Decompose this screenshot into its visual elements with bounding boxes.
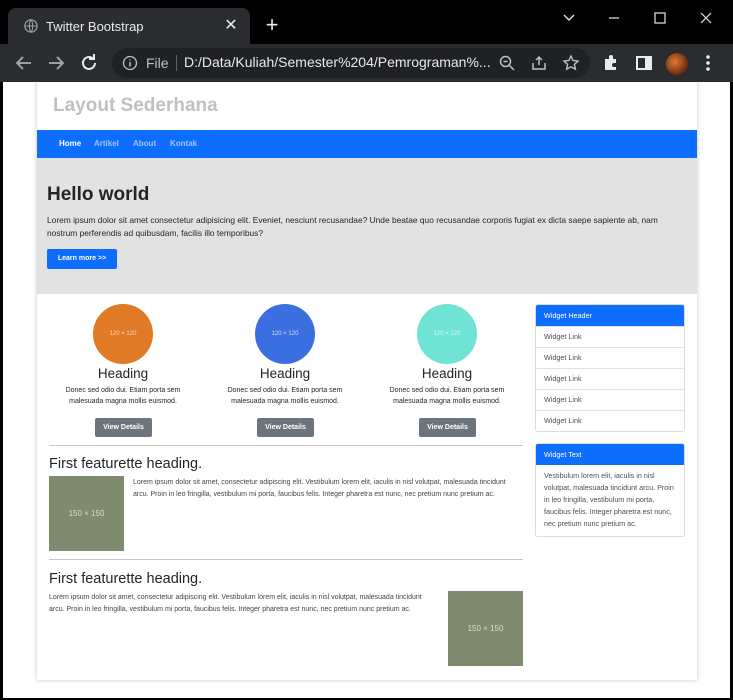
address-bar[interactable]: File D:/Data/Kuliah/Semester%204/Pemrogr… <box>112 48 590 78</box>
jumbotron-title: Hello world <box>47 184 150 205</box>
site-title: Layout Sederhana <box>53 95 218 116</box>
close-window-icon[interactable] <box>692 6 720 30</box>
card-text: Donec sed odio dui. Etiam porta sem male… <box>389 387 505 405</box>
card-text: Donec sed odio dui. Etiam porta sem male… <box>65 387 181 405</box>
featurette-heading: First featurette heading. <box>49 456 203 472</box>
browser-tab-bar: Twitter Bootstrap ✕ + <box>0 0 733 44</box>
divider <box>49 559 523 560</box>
extensions-icon[interactable] <box>601 53 621 73</box>
feature-card: 120 × 120 Heading Donec sed odio dui. Et… <box>48 304 198 444</box>
nav-link-home[interactable]: Home <box>59 139 81 148</box>
featurette-heading: First featurette heading. <box>49 571 203 587</box>
featurette-text: Lorem ipsum dolor sit amet, consectetur … <box>49 594 422 613</box>
divider <box>49 445 523 446</box>
nav-link-kontak[interactable]: Kontak <box>170 139 197 148</box>
share-icon[interactable] <box>530 54 548 72</box>
card-text: Donec sed odio dui. Etiam porta sem male… <box>227 387 343 405</box>
widget-link[interactable]: Widget Link <box>536 347 684 368</box>
chevron-down-icon[interactable] <box>555 6 583 30</box>
feature-card: 120 × 120 Heading Donec sed odio dui. Et… <box>210 304 360 444</box>
info-icon[interactable] <box>122 55 138 71</box>
page-container: Layout Sederhana Home Artikel About Kont… <box>37 82 697 680</box>
card-image-placeholder: 120 × 120 <box>93 304 153 364</box>
profile-avatar[interactable] <box>666 53 688 75</box>
widget-link[interactable]: Widget Link <box>536 410 684 431</box>
widget-link[interactable]: Widget Link <box>536 326 684 347</box>
new-tab-icon[interactable]: + <box>262 14 282 36</box>
widget-links: Widget Header Widget Link Widget Link Wi… <box>535 304 685 432</box>
maximize-icon[interactable] <box>646 6 674 30</box>
back-icon[interactable] <box>12 51 36 75</box>
featurette-image-placeholder: 150 × 150 <box>448 591 523 666</box>
bookmark-star-icon[interactable] <box>562 54 580 72</box>
browser-tab[interactable]: Twitter Bootstrap ✕ <box>8 8 250 44</box>
widget-text-header: Widget Text <box>536 444 684 465</box>
feature-card: 120 × 120 Heading Donec sed odio dui. Et… <box>372 304 522 444</box>
nav-link-about[interactable]: About <box>133 139 156 148</box>
widget-link[interactable]: Widget Link <box>536 389 684 410</box>
tab-title: Twitter Bootstrap <box>46 19 144 34</box>
card-heading: Heading <box>97 366 149 381</box>
minimize-icon[interactable] <box>600 6 628 30</box>
globe-icon <box>24 19 38 33</box>
nav-link-artikel[interactable]: Artikel <box>94 139 119 148</box>
close-tab-icon[interactable]: ✕ <box>222 17 240 35</box>
forward-icon[interactable] <box>44 51 68 75</box>
reload-icon[interactable] <box>77 51 101 75</box>
url-scheme: File <box>146 55 169 71</box>
widget-link[interactable]: Widget Link <box>536 368 684 389</box>
browser-toolbar: File D:/Data/Kuliah/Semester%204/Pemrogr… <box>0 44 733 82</box>
url-text[interactable]: D:/Data/Kuliah/Semester%204/Pemrograman%… <box>184 54 490 70</box>
view-details-button[interactable]: View Details <box>257 418 314 437</box>
side-panel-icon[interactable] <box>634 53 654 73</box>
jumbotron: Hello world Lorem ipsum dolor sit amet c… <box>37 158 697 294</box>
featurette-text: Lorem ipsum dolor sit amet, consectetur … <box>133 479 506 498</box>
widget-text-body: Vestibulum lorem elit, iaculis in nisl v… <box>544 471 674 528</box>
card-image-placeholder: 120 × 120 <box>417 304 477 364</box>
page-viewport: Layout Sederhana Home Artikel About Kont… <box>3 82 730 698</box>
navbar: Home Artikel About Kontak <box>37 130 697 158</box>
address-separator <box>176 55 177 71</box>
jumbotron-text: Lorem ipsum dolor sit amet consectetur a… <box>47 215 658 238</box>
widget-header: Widget Header <box>536 305 684 326</box>
zoom-icon[interactable] <box>498 54 516 72</box>
card-heading: Heading <box>259 366 311 381</box>
view-details-button[interactable]: View Details <box>95 418 152 437</box>
widget-text: Widget Text Vestibulum lorem elit, iacul… <box>535 443 685 537</box>
card-heading: Heading <box>421 366 473 381</box>
learn-more-button[interactable]: Learn more >> <box>47 249 117 269</box>
card-image-placeholder: 120 × 120 <box>255 304 315 364</box>
menu-icon[interactable] <box>698 53 718 73</box>
featurette-image-placeholder: 150 × 150 <box>49 476 124 551</box>
view-details-button[interactable]: View Details <box>419 418 476 437</box>
